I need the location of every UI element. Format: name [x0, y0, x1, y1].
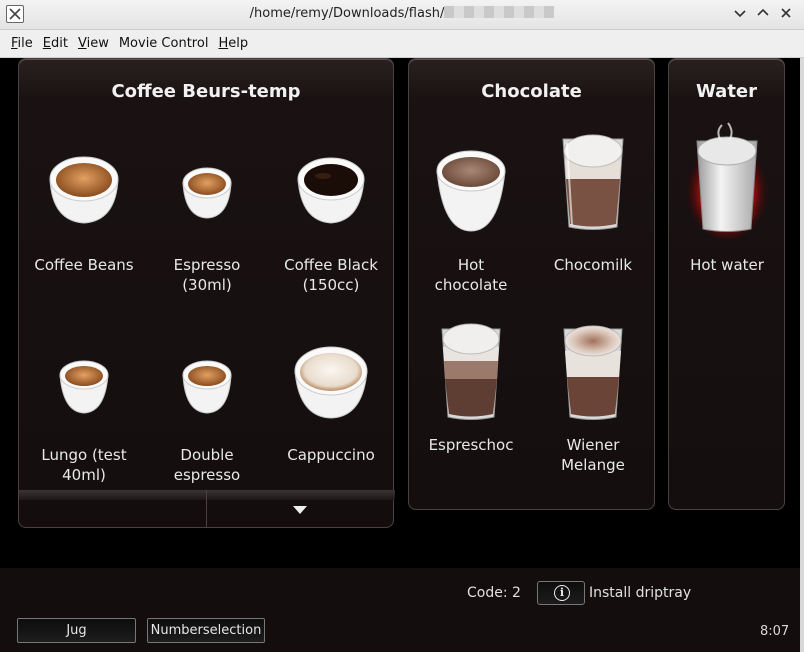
menu-file[interactable]: File [6, 36, 38, 51]
info-icon: i [554, 585, 570, 601]
product-label-2: Melange [561, 456, 625, 474]
product-espreschoc[interactable]: Espreschoc [411, 321, 531, 491]
product-lungo[interactable]: Lungo (test 40ml) [24, 339, 144, 499]
product-label: Wiener [566, 436, 620, 454]
chocomilk-glass-icon [533, 131, 653, 233]
product-wiener-melange[interactable]: Wiener Melange [533, 321, 653, 491]
product-coffee-beans[interactable]: Coffee Beans [24, 149, 144, 309]
numberselection-button[interactable]: Numberselection [147, 618, 265, 643]
wiener-melange-glass-icon [533, 321, 653, 423]
product-label: Hot [457, 256, 485, 274]
product-label: Cappuccino [287, 446, 375, 464]
panel-water: Water Hot water [668, 58, 785, 510]
product-label: Double [180, 446, 234, 464]
product-espresso[interactable]: Espresso (30ml) [147, 149, 267, 309]
menu-bar: File Edit View Movie Control Help [0, 30, 804, 58]
menu-edit[interactable]: Edit [38, 36, 73, 51]
minimize-chevron-down-icon[interactable] [732, 6, 748, 22]
product-cappuccino[interactable]: Cappuccino [271, 339, 391, 499]
product-chocomilk[interactable]: Chocomilk [533, 131, 653, 301]
espresso-cup-icon [147, 161, 267, 221]
coffee-beans-cup-icon [24, 149, 144, 229]
page-up-button[interactable] [19, 490, 207, 527]
product-label-2: (30ml) [182, 276, 232, 294]
product-label: Coffee Black [284, 256, 378, 274]
panel-water-title: Water [695, 81, 758, 102]
menu-help[interactable]: Help [213, 36, 253, 51]
product-label-2: chocolate [434, 276, 508, 294]
lungo-cup-icon [24, 355, 144, 415]
hot-water-glass-icon [667, 121, 787, 239]
black-coffee-cup-icon [271, 151, 391, 227]
hot-chocolate-cup-icon [411, 143, 531, 233]
product-label-2: espresso [173, 466, 241, 484]
product-hot-water[interactable]: Hot water [667, 121, 787, 291]
menu-movie-control[interactable]: Movie Control [114, 36, 214, 51]
product-label-2: 40ml) [62, 466, 106, 484]
product-double-espresso[interactable]: Double espresso [147, 339, 267, 499]
info-button[interactable]: i [537, 581, 585, 605]
maximize-chevron-up-icon[interactable] [755, 6, 771, 22]
coffee-pager [18, 490, 395, 528]
window-title-text: /home/remy/Downloads/flash/ [249, 6, 445, 21]
close-icon[interactable] [778, 6, 794, 22]
page-down-button[interactable] [207, 490, 395, 527]
window-title: /home/remy/Downloads/flash/ [0, 6, 804, 21]
product-label: Hot water [690, 256, 764, 274]
redacted-filename [444, 6, 555, 18]
cappuccino-cup-icon [271, 341, 391, 421]
clock: 8:07 [760, 624, 790, 639]
status-code: Code: 2 [467, 585, 521, 601]
double-espresso-cup-icon [147, 355, 267, 415]
window-titlebar: /home/remy/Downloads/flash/ [0, 0, 804, 30]
product-label-2: (150cc) [302, 276, 360, 294]
panel-chocolate-title: Chocolate [481, 81, 582, 102]
arrow-down-icon [293, 506, 307, 514]
status-message: Install driptray [589, 585, 692, 601]
product-label: Chocomilk [553, 256, 633, 274]
product-label: Espresso [173, 256, 241, 274]
product-hot-chocolate[interactable]: Hot chocolate [411, 143, 531, 303]
panel-coffee: Coffee Beurs-temp Coffee Beans Espresso (… [18, 58, 394, 492]
menu-view[interactable]: View [73, 36, 114, 51]
product-label: Espreschoc [428, 436, 514, 454]
window-edge [800, 58, 804, 652]
panel-coffee-title: Coffee Beurs-temp [111, 81, 301, 102]
product-coffee-black[interactable]: Coffee Black (150cc) [271, 149, 391, 309]
panel-chocolate: Chocolate Hot chocolate Chocomilk Espres… [408, 58, 655, 510]
product-label: Coffee Beans [34, 256, 134, 274]
espreschoc-glass-icon [411, 321, 531, 423]
jug-button[interactable]: Jug [17, 618, 136, 643]
product-label: Lungo (test [41, 446, 127, 464]
